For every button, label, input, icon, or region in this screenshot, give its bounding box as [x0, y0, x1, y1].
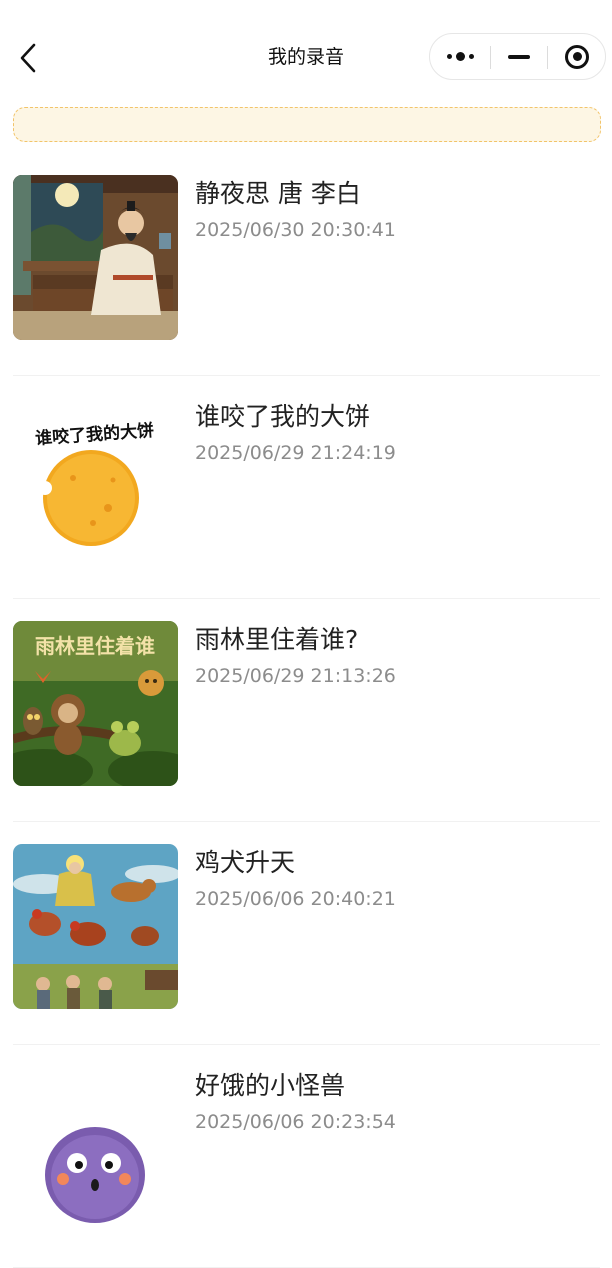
cover-caption: 雨林里住着谁 [35, 634, 155, 658]
rainforest-animals-illustration: 雨林里住着谁 [13, 621, 178, 786]
target-circle-icon [565, 44, 589, 69]
scholar-moon-illustration [13, 175, 178, 340]
recording-item[interactable]: 好饿的小怪兽 2025/06/06 20:23:54 [0, 1045, 612, 1268]
recording-title: 谁咬了我的大饼 [195, 402, 371, 431]
recording-item[interactable]: 鸡犬升天 2025/06/06 20:40:21 [0, 822, 612, 1045]
navigation-bar: 我的录音 [0, 0, 612, 100]
recording-item[interactable]: 静夜思 唐 李白 2025/06/30 20:30:41 [0, 153, 612, 376]
more-dots-icon [446, 52, 474, 61]
recording-title: 好饿的小怪兽 [195, 1071, 346, 1100]
recording-title: 静夜思 唐 李白 [195, 179, 361, 208]
flying-chickens-dog-illustration [13, 844, 178, 1009]
recording-time: 2025/06/06 20:23:54 [195, 1111, 396, 1133]
recording-item[interactable]: 谁咬了我的大饼 谁咬了我的大饼 2025/06/29 21:24:19 [0, 376, 612, 599]
bitten-pancake-illustration: 谁咬了我的大饼 [13, 398, 178, 563]
purple-furry-monster-illustration [13, 1067, 178, 1232]
recording-item[interactable]: 雨林里住着谁 雨林里住着谁? 2025/06/29 21:13:26 [0, 599, 612, 822]
recording-time: 2025/06/29 21:24:19 [195, 442, 396, 464]
close-miniprogram-button[interactable] [548, 34, 606, 79]
recording-title: 雨林里住着谁? [195, 625, 359, 654]
recording-title: 鸡犬升天 [195, 848, 296, 877]
recording-list: 静夜思 唐 李白 2025/06/30 20:30:41 谁咬了我的大饼 谁咬了… [0, 153, 612, 1268]
recording-time: 2025/06/30 20:30:41 [195, 219, 396, 241]
capsule-menu [429, 33, 606, 80]
minimize-button[interactable] [491, 34, 547, 79]
more-button[interactable] [430, 34, 490, 79]
minimize-icon [508, 54, 530, 59]
recording-time: 2025/06/06 20:40:21 [195, 888, 396, 910]
recording-time: 2025/06/29 21:13:26 [195, 665, 396, 687]
notice-banner [13, 107, 601, 142]
